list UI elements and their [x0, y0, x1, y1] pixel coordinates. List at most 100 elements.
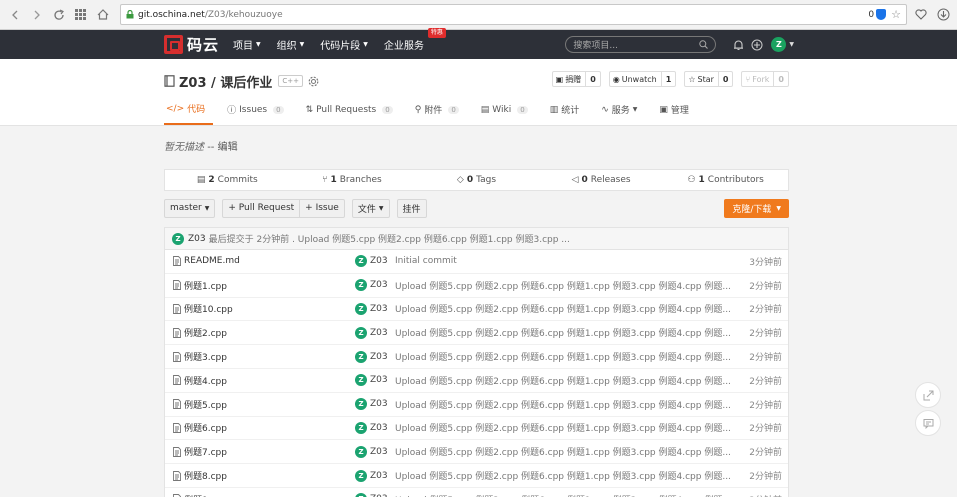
commit-message[interactable]: Upload 例题5.cpp 例题2.cpp 例题6.cpp 例题1.cpp 例…	[395, 350, 733, 363]
tab-manage[interactable]: ▣ 管理	[651, 102, 697, 125]
apps-grid-icon[interactable]	[71, 5, 90, 24]
avatar[interactable]: Z	[355, 326, 367, 339]
back-icon[interactable]	[5, 5, 24, 24]
heart-icon[interactable]	[912, 6, 929, 23]
user-avatar[interactable]: Z	[771, 37, 787, 52]
file-name[interactable]: 例题6.cpp	[184, 421, 227, 434]
table-row[interactable]: 例题3.cpp Z Z03 Upload 例题5.cpp 例题2.cpp 例题6.cp…	[165, 345, 788, 369]
author-name[interactable]: Z03	[370, 447, 388, 457]
table-row[interactable]: 例题1.cpp Z Z03 Upload 例题5.cpp 例题2.cpp 例题6.cp…	[165, 274, 788, 298]
file-name[interactable]: 例题3.cpp	[184, 350, 227, 363]
avatar[interactable]: Z	[355, 255, 367, 268]
tab-code[interactable]: </> 代码	[164, 102, 214, 125]
file-name-cell[interactable]: 例题9.cpp	[165, 493, 355, 497]
mount-button[interactable]: 挂件	[396, 198, 427, 218]
commit-message[interactable]: Upload 例题5.cpp 例题2.cpp 例题6.cpp 例题1.cpp 例…	[395, 445, 733, 458]
branch-select[interactable]: master ▼	[164, 198, 216, 218]
caret-down-icon[interactable]: ▼	[789, 41, 794, 48]
table-row[interactable]: 例题4.cpp Z Z03 Upload 例题5.cpp 例题2.cpp 例题6.cp…	[165, 369, 788, 393]
stat-tags[interactable]: ◇ 0 Tags	[414, 175, 539, 185]
file-name[interactable]: README.md	[184, 256, 240, 266]
commit-message[interactable]: Upload 例题5.cpp 例题2.cpp 例题6.cpp 例题1.cpp 例…	[395, 326, 733, 339]
edit-description-link[interactable]: 编辑	[218, 142, 238, 153]
file-name-cell[interactable]: 例题2.cpp	[165, 326, 355, 339]
author-name[interactable]: Z03	[370, 423, 388, 433]
file-name[interactable]: 例题7.cpp	[184, 445, 227, 458]
bookmark-star-icon[interactable]: ☆	[891, 8, 901, 21]
download-icon[interactable]	[935, 6, 952, 23]
tab-attachments[interactable]: ⚲ 附件 0	[407, 102, 467, 125]
commit-message[interactable]: Upload 例题5.cpp 例题2.cpp 例题6.cpp 例题1.cpp 例…	[395, 421, 733, 434]
file-name-cell[interactable]: 例题7.cpp	[165, 445, 355, 458]
file-name-cell[interactable]: 例题6.cpp	[165, 421, 355, 434]
tab-pull-requests[interactable]: ⇅ Pull Requests 0	[298, 102, 401, 125]
file-name[interactable]: 例题10.cpp	[184, 302, 233, 315]
tab-statistics[interactable]: ▥ 统计	[542, 102, 588, 125]
author-name[interactable]: Z03	[370, 399, 388, 409]
menu-organizations[interactable]: 组织 ▼	[277, 37, 305, 52]
file-name-cell[interactable]: 例题4.cpp	[165, 374, 355, 387]
author-name[interactable]: Z03	[370, 375, 388, 385]
commit-message[interactable]: Upload 例题5.cpp 例题2.cpp 例题6.cpp 例题1.cpp 例…	[395, 302, 733, 315]
project-title[interactable]: Z03 / 课后作业	[179, 72, 272, 91]
settings-gear-icon[interactable]	[308, 76, 319, 87]
menu-projects[interactable]: 项目 ▼	[233, 37, 261, 52]
author-name[interactable]: Z03	[370, 328, 388, 338]
fork-button[interactable]: ⑂ Fork 0	[741, 71, 789, 87]
avatar[interactable]: Z	[355, 350, 367, 363]
table-row[interactable]: README.md Z Z03 Initial commit 3分钟前	[165, 250, 788, 274]
tab-wiki[interactable]: ▤ Wiki 0	[473, 102, 536, 125]
table-row[interactable]: 例题8.cpp Z Z03 Upload 例题5.cpp 例题2.cpp 例题6.cp…	[165, 464, 788, 488]
commit-author[interactable]: Z03	[188, 234, 206, 244]
new-issue-button[interactable]: + Issue	[300, 198, 345, 218]
author-name[interactable]: Z03	[370, 471, 388, 481]
commit-message[interactable]: Upload 例题5.cpp 例题2.cpp 例题6.cpp 例题1.cpp 例…	[395, 374, 733, 387]
menu-enterprise[interactable]: 企业服务 特惠	[384, 28, 446, 52]
file-name-cell[interactable]: 例题8.cpp	[165, 469, 355, 482]
tab-services[interactable]: ∿ 服务 ▼	[593, 102, 645, 125]
avatar[interactable]: Z	[355, 374, 367, 387]
clone-download-button[interactable]: 克隆/下载 ▼	[724, 198, 789, 218]
bell-icon[interactable]	[731, 38, 745, 52]
file-name[interactable]: 例题2.cpp	[184, 326, 227, 339]
file-name-cell[interactable]: 例题1.cpp	[165, 279, 355, 292]
avatar[interactable]: Z	[355, 469, 367, 482]
stat-commits[interactable]: ▤ 2 Commits	[165, 175, 290, 185]
commit-message[interactable]: Upload 例题5.cpp 例题2.cpp 例题6.cpp 例题1.cpp 例…	[395, 493, 733, 497]
plus-circle-icon[interactable]	[750, 38, 764, 52]
avatar[interactable]: Z	[355, 493, 367, 497]
new-pull-request-button[interactable]: + Pull Request	[222, 198, 301, 218]
share-icon[interactable]	[915, 382, 941, 408]
file-name[interactable]: 例题4.cpp	[184, 374, 227, 387]
table-row[interactable]: 例题7.cpp Z Z03 Upload 例题5.cpp 例题2.cpp 例题6.cp…	[165, 440, 788, 465]
file-name-cell[interactable]: 例题10.cpp	[165, 302, 355, 315]
avatar[interactable]: Z	[355, 398, 367, 411]
unwatch-button[interactable]: ◉ Unwatch 1	[608, 71, 677, 87]
search-icon[interactable]	[699, 40, 709, 49]
home-icon[interactable]	[93, 5, 112, 24]
avatar[interactable]: Z	[355, 445, 367, 458]
avatar[interactable]: Z	[355, 421, 367, 434]
reload-icon[interactable]	[49, 5, 68, 24]
avatar[interactable]: Z	[172, 232, 184, 245]
menu-snippets[interactable]: 代码片段 ▼	[320, 37, 368, 52]
address-bar[interactable]: git.oschina.net/Z03/kehouzuoye 0 ☆	[120, 4, 907, 25]
author-name[interactable]: Z03	[370, 352, 388, 362]
author-name[interactable]: Z03	[370, 256, 388, 266]
table-row[interactable]: 例题9.cpp ZZ03Upload 例题5.cpp 例题2.cpp 例题6.cp…	[165, 488, 788, 497]
star-button[interactable]: ☆ Star 0	[684, 71, 734, 87]
table-row[interactable]: 例题10.cpp Z Z03 Upload 例题5.cpp 例题2.cpp 例题6.c…	[165, 298, 788, 322]
commit-message[interactable]: Upload 例题5.cpp 例题2.cpp 例题6.cpp 例题1.cpp 例…	[395, 398, 733, 411]
file-name-cell[interactable]: 例题3.cpp	[165, 350, 355, 363]
file-menu-button[interactable]: 文件 ▼	[351, 198, 390, 218]
forward-icon[interactable]	[27, 5, 46, 24]
stat-branches[interactable]: ⑂ 1 Branches	[290, 175, 415, 185]
file-name-cell[interactable]: README.md	[165, 256, 355, 266]
file-name[interactable]: 例题5.cpp	[184, 398, 227, 411]
author-name[interactable]: Z03	[370, 304, 388, 314]
stat-contributors[interactable]: ⚇ 1 Contributors	[663, 175, 788, 185]
file-name[interactable]: 例题1.cpp	[184, 279, 227, 292]
file-name-cell[interactable]: 例题5.cpp	[165, 398, 355, 411]
table-row[interactable]: 例题6.cpp Z Z03 Upload 例题5.cpp 例题2.cpp 例题6.cp…	[165, 417, 788, 441]
last-commit-text[interactable]: 最后提交于 2分钟前 . Upload 例题5.cpp 例题2.cpp 例题6.…	[209, 232, 570, 245]
